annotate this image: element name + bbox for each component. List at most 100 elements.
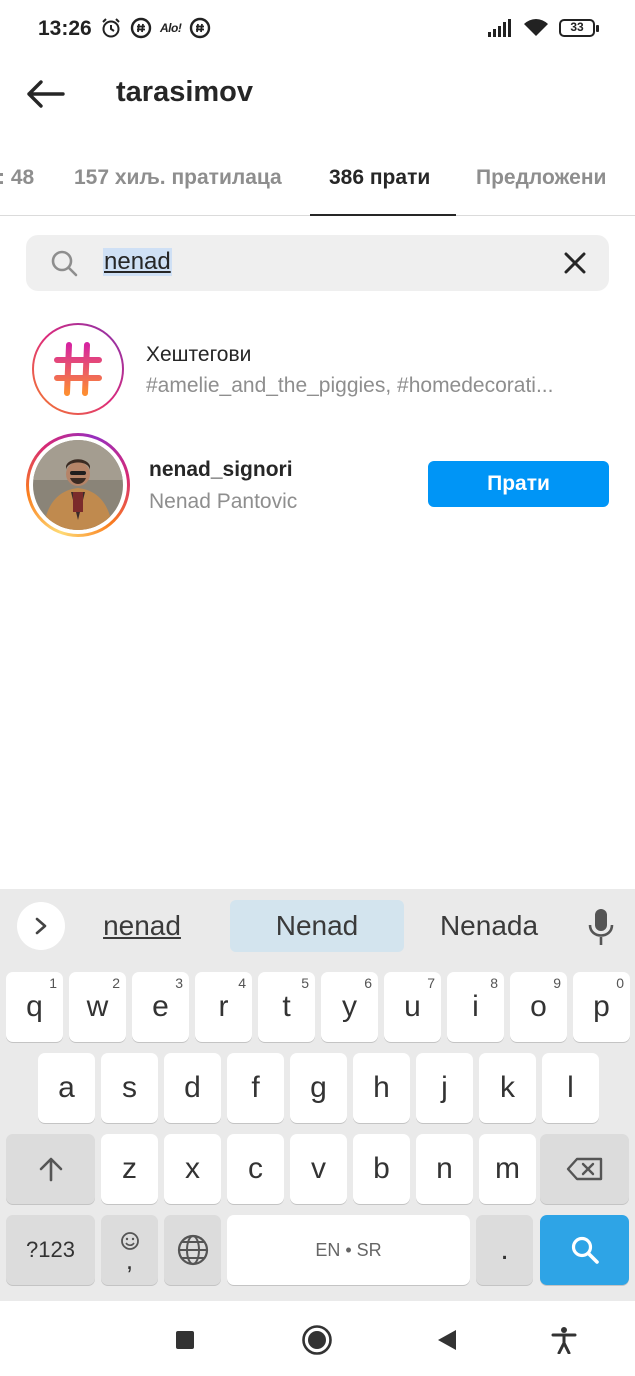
wifi-icon (523, 17, 549, 39)
period-key[interactable]: . (476, 1215, 533, 1285)
home-button[interactable] (300, 1323, 334, 1357)
search-enter-key[interactable] (540, 1215, 629, 1285)
key-e[interactable]: e3 (132, 972, 189, 1042)
key-n[interactable]: n (416, 1134, 473, 1204)
key-b[interactable]: b (353, 1134, 410, 1204)
home-circle-icon (302, 1325, 332, 1355)
shift-arrow-icon (39, 1157, 62, 1182)
key-label: o (530, 990, 547, 1023)
hashtag-avatar (32, 323, 124, 415)
key-label: y (342, 990, 357, 1023)
recents-button[interactable] (168, 1323, 202, 1357)
key-hint: 0 (616, 975, 624, 991)
hashtag-icon (54, 342, 102, 396)
expand-suggestions-button[interactable] (17, 902, 65, 950)
key-h[interactable]: h (353, 1053, 410, 1123)
symbols-key[interactable]: ?123 (6, 1215, 95, 1285)
key-a[interactable]: a (38, 1053, 95, 1123)
suggestion-item[interactable]: Nenad (230, 900, 404, 952)
key-label: r (218, 990, 229, 1023)
key-g[interactable]: g (290, 1053, 347, 1123)
key-p[interactable]: p0 (573, 972, 630, 1042)
hashtag-result-row[interactable]: Хештегови #amelie_and_the_piggies, #home… (0, 323, 635, 415)
profile-photo (33, 440, 123, 530)
key-w[interactable]: w2 (69, 972, 126, 1042)
emoji-comma-key[interactable]: , (101, 1215, 158, 1285)
key-hint: 4 (238, 975, 246, 991)
key-k[interactable]: k (479, 1053, 536, 1123)
user-result-row[interactable]: nenad_signori Nenad Pantovic Прати (0, 433, 635, 537)
microphone-icon[interactable] (586, 907, 616, 947)
key-j[interactable]: j (416, 1053, 473, 1123)
suggestion-strip: nenad Nenad Nenada (0, 889, 635, 965)
search-input[interactable]: nenad (26, 235, 609, 291)
key-r[interactable]: r4 (195, 972, 252, 1042)
follow-button[interactable]: Прати (428, 461, 609, 507)
hashtag-result-subtitle: #amelie_and_the_piggies, #homedecorati..… (146, 374, 554, 397)
signal-icon (487, 17, 513, 39)
back-button[interactable] (22, 74, 68, 114)
user-result-fullname: Nenad Pantovic (149, 490, 298, 513)
key-d[interactable]: d (164, 1053, 221, 1123)
chevron-right-icon (35, 917, 47, 935)
page-title: tarasimov (116, 76, 254, 108)
language-key[interactable] (164, 1215, 221, 1285)
active-tab-indicator (310, 214, 456, 216)
close-icon (564, 252, 586, 274)
search-query-text[interactable]: nenad (103, 248, 172, 276)
status-time: 13:26 (38, 17, 92, 40)
key-m[interactable]: m (479, 1134, 536, 1204)
hashtag-result-title: Хештегови (146, 343, 252, 366)
recents-square-icon (176, 1331, 194, 1349)
globe-icon (177, 1234, 208, 1266)
key-u[interactable]: u7 (384, 972, 441, 1042)
key-v[interactable]: v (290, 1134, 347, 1204)
key-s[interactable]: s (101, 1053, 158, 1123)
space-key[interactable]: EN • SR (227, 1215, 470, 1285)
suggestion-item[interactable]: Nenada (420, 900, 558, 952)
comma-label: , (125, 1245, 134, 1275)
accessibility-icon (551, 1327, 577, 1354)
tab-following[interactable]: 386 прати (329, 166, 430, 190)
key-hint: 3 (175, 975, 183, 991)
battery-level: 33 (570, 20, 584, 34)
key-z[interactable]: z (101, 1134, 158, 1204)
key-x[interactable]: x (164, 1134, 221, 1204)
key-hint: 2 (112, 975, 120, 991)
key-label: i (472, 990, 479, 1023)
avatar[interactable] (26, 433, 130, 537)
key-label: u (404, 990, 421, 1023)
tab-suggested[interactable]: Предложени (476, 166, 606, 190)
back-arrow-icon (27, 80, 65, 108)
key-hint: 7 (427, 975, 435, 991)
clear-search-button[interactable] (561, 249, 589, 277)
key-i[interactable]: i8 (447, 972, 504, 1042)
shift-key[interactable] (6, 1134, 95, 1204)
key-o[interactable]: o9 (510, 972, 567, 1042)
key-label: p (593, 990, 610, 1023)
key-l[interactable]: l (542, 1053, 599, 1123)
key-y[interactable]: y6 (321, 972, 378, 1042)
tab-posts[interactable]: : 48 (0, 166, 34, 190)
soft-keyboard: nenad Nenad Nenada q1 w2 e3 r4 t5 y6 u7 … (0, 889, 635, 1301)
suggestion-item[interactable]: nenad (76, 900, 208, 952)
backspace-key[interactable] (540, 1134, 629, 1204)
follow-tabs: : 48 157 хиљ. пратилаца 386 прати Предло… (0, 148, 635, 216)
key-c[interactable]: c (227, 1134, 284, 1204)
search-icon (51, 250, 78, 277)
key-t[interactable]: t5 (258, 972, 315, 1042)
system-navigation-bar (0, 1301, 635, 1376)
key-hint: 6 (364, 975, 372, 991)
accessibility-button[interactable] (547, 1323, 581, 1357)
at-icon (130, 17, 152, 39)
user-result-username: nenad_signori (149, 458, 293, 481)
key-q[interactable]: q1 (6, 972, 63, 1042)
key-label: t (282, 990, 291, 1023)
key-hint: 8 (490, 975, 498, 991)
key-label: w (86, 990, 109, 1023)
back-nav-button[interactable] (430, 1323, 464, 1357)
tab-followers[interactable]: 157 хиљ. пратилаца (74, 166, 282, 190)
key-f[interactable]: f (227, 1053, 284, 1123)
search-icon (571, 1236, 599, 1264)
status-bar: 13:26 Alo! 33 (0, 0, 635, 60)
